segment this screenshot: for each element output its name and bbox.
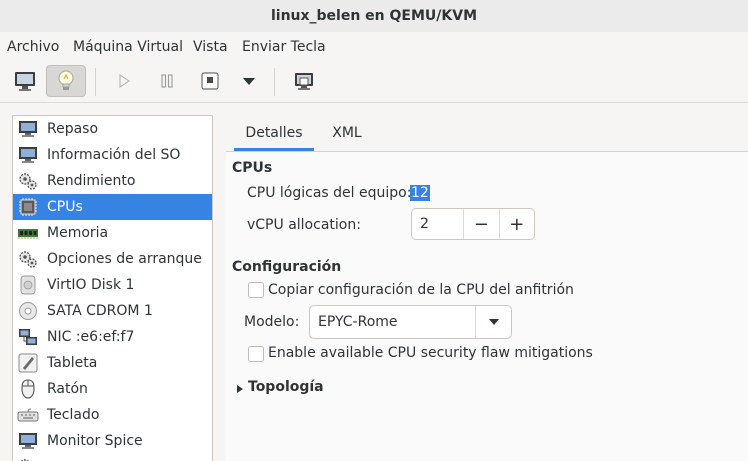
toolbar — [0, 62, 748, 102]
snapshots-button[interactable] — [284, 65, 324, 97]
sidebar-item-cpus[interactable]: CPUs — [13, 194, 212, 220]
cpu-chip-icon — [17, 196, 39, 218]
details-pane: Detalles XML CPUs CPU lógicas del equipo… — [226, 115, 748, 461]
cpu-model-dropdown-button[interactable] — [475, 306, 511, 338]
tablet-icon — [17, 352, 39, 374]
disk-icon — [17, 274, 39, 296]
memory-icon — [17, 222, 39, 244]
host-cpus-value: 12 — [410, 185, 430, 201]
cpu-settings-panel: CPUs CPU lógicas del equipo: 12 vCPU all… — [226, 152, 748, 461]
copy-host-config-label[interactable]: Copiar configuración de la CPU del anfit… — [268, 282, 574, 298]
gears-icon — [17, 456, 39, 461]
sidebar-item-rendimiento[interactable]: Rendimiento — [13, 168, 212, 194]
window-title: linux_belen en QEMU/KVM — [0, 0, 748, 32]
mouse-icon — [17, 378, 39, 400]
sidebar-item-label: SATA CDROM 1 — [47, 303, 153, 319]
pause-button[interactable] — [147, 65, 187, 97]
shutdown-button[interactable] — [190, 65, 230, 97]
play-icon — [119, 73, 131, 89]
sidebar-item-virtio-disk[interactable]: VirtIO Disk 1 — [13, 272, 212, 298]
sidebar-item-raton[interactable]: Ratón — [13, 376, 212, 402]
cpu-mitigations-label[interactable]: Enable available CPU security flaw mitig… — [268, 345, 593, 361]
dropdown-arrow-icon — [243, 78, 255, 85]
menu-vista[interactable]: Vista — [193, 39, 228, 55]
console-button[interactable] — [5, 65, 45, 97]
run-button[interactable] — [104, 65, 144, 97]
sidebar-item-teclado[interactable]: Teclado — [13, 402, 212, 428]
monitor-icon — [15, 72, 35, 91]
network-icon — [17, 326, 39, 348]
configuration-heading: Configuración — [232, 259, 342, 275]
sidebar-item-partial[interactable] — [13, 454, 212, 461]
pause-icon — [161, 74, 173, 88]
sidebar-item-label: Repaso — [47, 121, 99, 137]
copy-host-config-checkbox[interactable] — [248, 282, 264, 298]
sidebar-item-sata-cdrom[interactable]: SATA CDROM 1 — [13, 298, 212, 324]
sidebar-item-label: Memoria — [47, 225, 109, 241]
menu-archivo[interactable]: Archivo — [7, 39, 59, 55]
menu-enviar-tecla[interactable]: Enviar Tecla — [242, 39, 326, 55]
menu-maquina-virtual[interactable]: Máquina Virtual — [73, 39, 183, 55]
monitor-icon — [17, 144, 39, 166]
sidebar-item-label: VirtIO Disk 1 — [47, 277, 135, 293]
cpu-mitigations-checkbox[interactable] — [248, 346, 264, 362]
sidebar-item-label: Monitor Spice — [47, 433, 143, 449]
model-label: Modelo: — [244, 314, 300, 330]
sidebar-item-label: Ratón — [47, 381, 88, 397]
vcpu-decrement-button[interactable]: − — [463, 209, 498, 239]
snapshot-icon — [295, 73, 313, 90]
power-icon — [201, 72, 219, 90]
details-button[interactable] — [46, 65, 86, 97]
vcpu-allocation-spinner: 2 − + — [411, 208, 535, 240]
tab-xml[interactable]: XML — [322, 115, 372, 151]
sidebar-item-monitor-spice[interactable]: Monitor Spice — [13, 428, 212, 454]
sidebar-item-label: NIC :e6:ef:f7 — [47, 329, 135, 345]
vcpu-increment-button[interactable]: + — [498, 209, 534, 239]
cpu-model-value[interactable]: EPYC-Rome — [310, 306, 475, 338]
topology-expander[interactable]: Topología — [248, 379, 324, 395]
tab-bar: Detalles XML — [226, 115, 748, 152]
host-cpus-label: CPU lógicas del equipo: — [247, 185, 412, 201]
expander-arrow-icon[interactable] — [236, 382, 244, 393]
sidebar-item-memoria[interactable]: Memoria — [13, 220, 212, 246]
monitor-icon — [17, 430, 39, 452]
cpus-heading: CPUs — [232, 160, 273, 176]
cpu-model-combo[interactable]: EPYC-Rome — [309, 305, 512, 339]
sidebar-item-tableta[interactable]: Tableta — [13, 350, 212, 376]
sidebar-item-label: Teclado — [47, 407, 100, 423]
shutdown-menu-button[interactable] — [229, 65, 269, 97]
gears-icon — [17, 170, 39, 192]
gears-icon — [17, 248, 39, 270]
vcpu-value-input[interactable]: 2 — [412, 209, 463, 239]
cdrom-icon — [17, 300, 39, 322]
menu-bar: Archivo Máquina Virtual Vista Enviar Tec… — [0, 32, 748, 62]
sidebar-item-info-so[interactable]: Información del SO — [13, 142, 212, 168]
vcpu-allocation-label: vCPU allocation: — [247, 217, 361, 233]
sidebar-item-repaso[interactable]: Repaso — [13, 116, 212, 142]
lightbulb-icon — [58, 70, 74, 90]
tab-detalles[interactable]: Detalles — [234, 115, 314, 151]
sidebar-item-label: Tableta — [47, 355, 98, 371]
sidebar-item-opciones-arranque[interactable]: Opciones de arranque — [13, 246, 212, 272]
sidebar-item-label: Información del SO — [47, 147, 181, 163]
monitor-icon — [17, 118, 39, 140]
keyboard-icon — [17, 404, 39, 426]
hardware-list: Repaso Información del SO Rendimiento CP… — [12, 115, 213, 461]
sidebar-item-nic[interactable]: NIC :e6:ef:f7 — [13, 324, 212, 350]
sidebar-item-label: Opciones de arranque — [47, 251, 202, 267]
sidebar-item-label: Rendimiento — [47, 173, 136, 189]
chevron-down-icon — [488, 319, 499, 325]
sidebar-item-label: CPUs — [47, 199, 83, 215]
